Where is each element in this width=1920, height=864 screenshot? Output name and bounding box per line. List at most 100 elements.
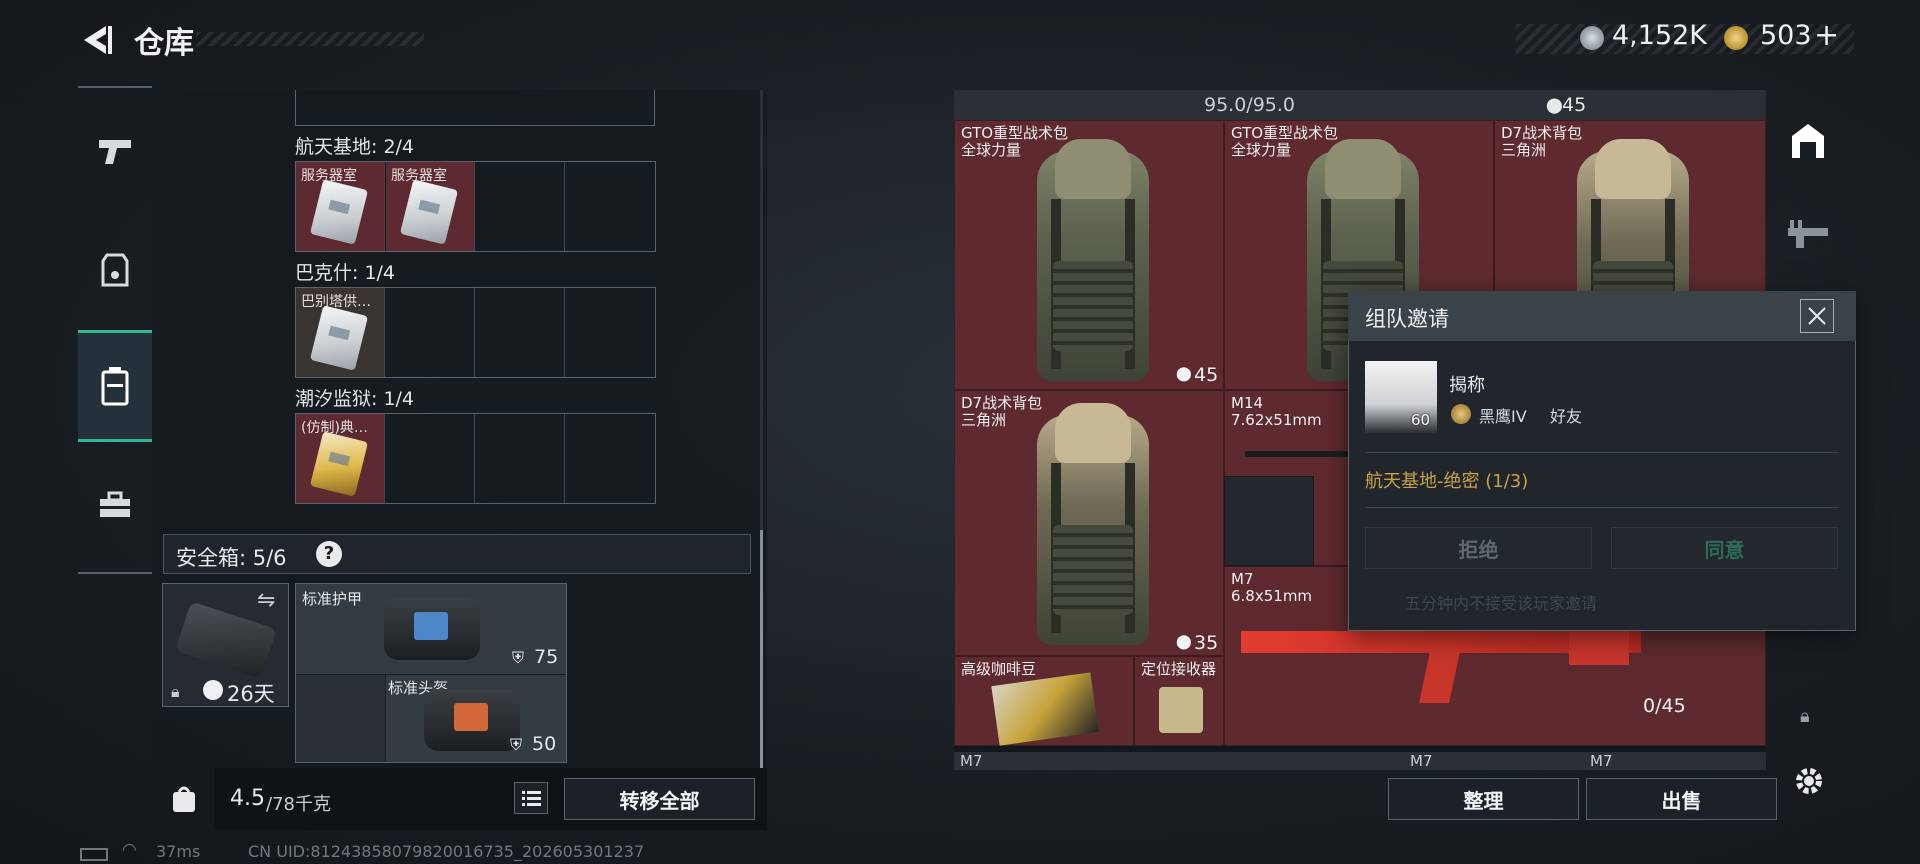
- weight-icon: [173, 786, 195, 812]
- lock-icon: 🔒︎: [171, 682, 180, 701]
- rail-item-gear[interactable]: [78, 232, 152, 306]
- scrollbar-thumb[interactable]: [760, 530, 763, 770]
- team-invite-dialog: [1348, 291, 1856, 631]
- keycard-icon: [309, 431, 369, 497]
- item-count: 45: [1194, 364, 1219, 386]
- dialog-divider: [1365, 452, 1839, 453]
- clock-icon: [203, 680, 223, 700]
- key-grid: (仿制)典…: [295, 413, 656, 504]
- key-slot[interactable]: (仿制)典…: [296, 414, 385, 503]
- key-slot[interactable]: 服务器室: [386, 162, 475, 251]
- close-button[interactable]: [1800, 299, 1834, 333]
- stash-bottom-label: M7: [960, 752, 983, 770]
- gear-icon[interactable]: [1792, 764, 1826, 798]
- safe-box-days: 26天: [227, 682, 275, 706]
- reject-button[interactable]: 拒绝: [1365, 527, 1592, 569]
- uid: CN UID:81243858079820016735_202605301237: [248, 842, 645, 861]
- keycard-icon: [399, 179, 459, 245]
- empty-slot[interactable]: [386, 414, 475, 503]
- sell-button[interactable]: 出售: [1586, 778, 1777, 820]
- rail-item-tools[interactable]: [78, 468, 152, 542]
- stash-item[interactable]: GTO重型战术包 全球力量: [954, 120, 1224, 390]
- safe-item[interactable]: 标准头盔 ⛨ 50: [386, 675, 566, 762]
- key-group-label: 航天基地: 2/4: [295, 136, 415, 158]
- invite-mode: 航天基地-绝密 (1/3): [1365, 471, 1529, 492]
- player-relation: 好友: [1550, 407, 1583, 426]
- scrollbar-track[interactable]: [760, 90, 763, 530]
- rank-icon: [1451, 404, 1471, 424]
- player-name: 揭称: [1449, 375, 1485, 396]
- receiver-icon: [1159, 687, 1203, 733]
- rifle-grip: [1419, 647, 1461, 703]
- ignore-invite-option[interactable]: 五分钟内不接受该玩家邀请: [1405, 590, 1597, 614]
- empty-slot[interactable]: [566, 162, 655, 251]
- safe-item[interactable]: 标准护甲 ⛨ 75: [296, 584, 566, 675]
- key-group-label: 巴克什: 1/4: [295, 262, 396, 284]
- keycard-icon: [309, 305, 369, 371]
- rail-item-weapons[interactable]: [78, 114, 152, 188]
- stash-item[interactable]: 高级咖啡豆: [954, 656, 1134, 746]
- capacity-max: /78千克: [266, 794, 331, 815]
- player-level: 60: [1411, 411, 1431, 429]
- header: 仓库 4,152K 503 +: [0, 0, 1920, 78]
- safe-box-grid: 标准护甲 ⛨ 75 标准头盔 ⛨ 50: [295, 583, 567, 763]
- weapon-rack-icon[interactable]: [1786, 218, 1830, 250]
- stash-bottom-label: M7: [1410, 752, 1433, 770]
- item-count: 35: [1194, 632, 1219, 654]
- stash-bottom-label: M7: [1590, 752, 1613, 770]
- empty-slot[interactable]: [476, 414, 565, 503]
- empty-slot[interactable]: [386, 288, 475, 377]
- stash-bottom-row: [954, 752, 1766, 770]
- empty-slot[interactable]: [566, 288, 655, 377]
- transfer-all-button[interactable]: 转移全部: [564, 778, 755, 820]
- title-decoration: [196, 32, 424, 46]
- list-icon: [522, 791, 541, 806]
- previous-grid-edge: [295, 90, 655, 126]
- empty-slot[interactable]: [476, 162, 565, 251]
- close-icon: [1808, 307, 1826, 325]
- empty-slot[interactable]: [296, 675, 386, 762]
- warehouse-icon[interactable]: [1788, 120, 1828, 160]
- gold-coin-icon: [1724, 26, 1748, 50]
- armor-icon: [384, 598, 480, 660]
- player-avatar[interactable]: 60: [1365, 361, 1437, 433]
- stash-item[interactable]: D7战术背包 三角洲: [954, 390, 1224, 656]
- key-slot[interactable]: 巴别塔供…: [296, 288, 385, 377]
- sort-button[interactable]: 整理: [1388, 778, 1579, 820]
- ping: 37ms: [156, 842, 201, 861]
- dialog-title: 组队邀请: [1365, 307, 1449, 331]
- list-view-button[interactable]: [514, 782, 548, 814]
- silver-coin-icon: [1580, 26, 1604, 50]
- keycard-icon: [309, 179, 369, 245]
- backpack-vest-icon: [101, 253, 129, 287]
- swap-icon[interactable]: ⇋: [257, 588, 275, 613]
- safe-box-slot[interactable]: ⇋ 🔒︎ 26天: [162, 583, 289, 707]
- accept-button[interactable]: 同意: [1611, 527, 1838, 569]
- backpack-icon: [1037, 139, 1149, 381]
- empty-slot[interactable]: [566, 414, 655, 503]
- key-slot[interactable]: 服务器室: [296, 162, 385, 251]
- add-currency-button[interactable]: +: [1814, 18, 1839, 53]
- battery-icon: [80, 848, 108, 861]
- shield-icon: ⛨: [510, 735, 523, 754]
- safe-box-label: 安全箱: 5/6: [176, 546, 287, 570]
- gold-currency: 503: [1760, 20, 1812, 51]
- key-grid: 巴别塔供…: [295, 287, 656, 378]
- shield-icon: ⛨: [512, 648, 525, 667]
- rail-item-containers[interactable]: [78, 330, 152, 442]
- empty-slot[interactable]: [1224, 476, 1314, 566]
- empty-slot[interactable]: [476, 288, 565, 377]
- case-icon: [101, 367, 129, 406]
- lock-icon[interactable]: 🔒︎: [1800, 706, 1810, 727]
- player-rank: 黑鹰IV: [1479, 407, 1527, 426]
- helmet-icon: [424, 689, 520, 751]
- help-icon[interactable]: ?: [316, 541, 342, 567]
- weight-icon: ⬤: [1176, 366, 1192, 382]
- toolbox-icon: [100, 491, 130, 517]
- back-arrow-icon[interactable]: [78, 22, 114, 58]
- coffee-bag-icon: [991, 672, 1099, 746]
- stash-item[interactable]: 定位接收器: [1134, 656, 1224, 746]
- key-grid: 服务器室 服务器室: [295, 161, 656, 252]
- safe-box-header: 安全箱: 5/6 ?: [163, 534, 751, 574]
- silver-currency: 4,152K: [1612, 20, 1708, 51]
